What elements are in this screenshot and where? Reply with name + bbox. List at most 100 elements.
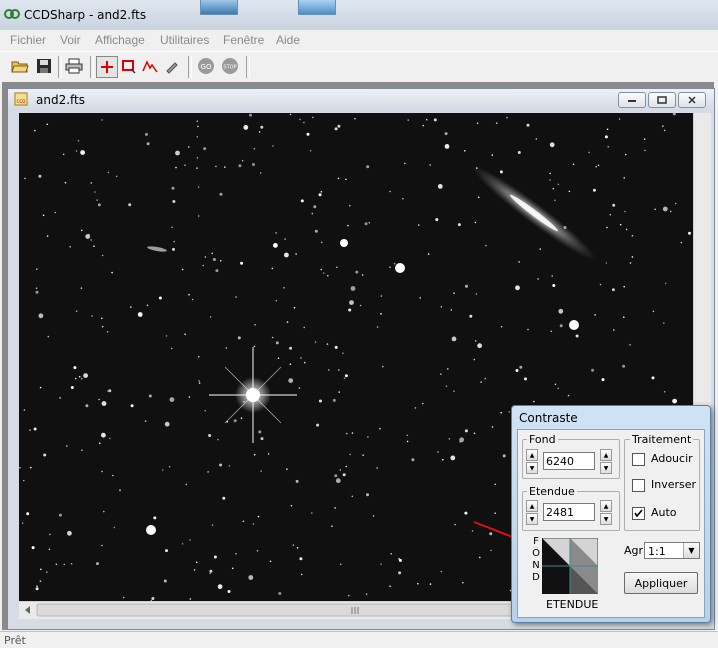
star	[283, 287, 285, 289]
close-button[interactable]	[678, 92, 706, 108]
etendue-down-spinner[interactable]: ▲ ▼	[526, 500, 538, 525]
star	[253, 345, 256, 348]
star	[313, 205, 317, 209]
star	[606, 128, 609, 131]
star	[122, 596, 125, 599]
star	[19, 466, 21, 469]
stop-icon[interactable]: STOP	[220, 56, 240, 76]
star	[196, 167, 198, 169]
chevron-down-icon[interactable]: ▼	[600, 462, 612, 474]
checkmark-icon	[634, 509, 643, 518]
contrast-curve-diagram[interactable]	[542, 538, 598, 594]
save-icon[interactable]	[34, 56, 54, 76]
agr-select[interactable]: 1:1 ▼	[644, 542, 700, 559]
open-folder-icon[interactable]	[10, 56, 30, 76]
profile-icon[interactable]	[140, 56, 160, 76]
chevron-down-icon[interactable]: ▼	[600, 513, 612, 525]
brush-icon[interactable]	[162, 56, 182, 76]
adoucir-checkbox[interactable]	[632, 453, 645, 466]
star	[242, 520, 245, 523]
star	[193, 569, 196, 571]
inverser-checkbox[interactable]	[632, 479, 645, 492]
star	[74, 377, 77, 380]
adoucir-label: Adoucir	[651, 452, 693, 465]
menu-voir[interactable]: Voir	[60, 33, 81, 47]
go-icon[interactable]: GO	[196, 56, 216, 76]
chevron-down-icon[interactable]: ▼	[526, 513, 538, 525]
star	[35, 587, 39, 591]
menu-affichage[interactable]: Affichage	[95, 33, 145, 47]
svg-text:STOP: STOP	[223, 65, 236, 71]
star	[112, 474, 114, 477]
auto-checkbox[interactable]	[632, 507, 645, 520]
star	[219, 192, 223, 196]
star	[342, 352, 344, 354]
star	[393, 262, 396, 265]
star	[613, 329, 615, 331]
etendue-up-spinner[interactable]: ▲ ▼	[600, 500, 612, 525]
star	[644, 149, 646, 152]
chevron-up-icon[interactable]: ▲	[600, 500, 612, 512]
star	[311, 512, 313, 514]
star	[606, 226, 608, 229]
minimize-button[interactable]	[618, 92, 646, 108]
star	[146, 304, 149, 307]
star	[349, 300, 354, 305]
star	[38, 174, 42, 178]
star	[69, 246, 71, 248]
star	[153, 516, 157, 520]
star	[625, 228, 628, 231]
star	[70, 386, 74, 389]
star	[619, 223, 622, 226]
fond-field[interactable]: 6240	[543, 452, 595, 470]
star	[462, 581, 464, 584]
apply-button[interactable]: Appliquer	[624, 572, 698, 594]
chevron-up-icon[interactable]: ▲	[600, 449, 612, 461]
menu-utilitaires[interactable]: Utilitaires	[160, 33, 209, 47]
star	[535, 138, 538, 140]
star	[518, 261, 520, 263]
star	[101, 254, 104, 257]
chevron-down-icon[interactable]: ▼	[526, 462, 538, 474]
star	[289, 113, 292, 116]
etendue-field[interactable]: 2481	[543, 503, 595, 521]
star	[35, 290, 39, 294]
star	[605, 262, 608, 264]
star	[94, 191, 96, 193]
menu-fichier[interactable]: Fichier	[10, 33, 46, 47]
fond-up-spinner[interactable]: ▲ ▼	[600, 449, 612, 474]
chevron-up-icon[interactable]: ▲	[526, 500, 538, 512]
star	[328, 369, 330, 371]
print-icon[interactable]	[64, 56, 84, 76]
star	[254, 323, 256, 326]
star	[288, 378, 294, 383]
fond-down-spinner[interactable]: ▲ ▼	[526, 449, 538, 474]
star	[572, 163, 575, 166]
star	[43, 453, 47, 457]
star	[604, 135, 608, 139]
star	[256, 549, 259, 552]
menu-fenetre[interactable]: Fenêtre	[223, 33, 264, 47]
star	[382, 365, 384, 368]
fond-label: Fond	[527, 433, 558, 446]
star	[290, 504, 293, 507]
maximize-button[interactable]	[648, 92, 676, 108]
star	[101, 470, 103, 473]
rectangle-select-icon[interactable]	[118, 56, 138, 76]
star	[295, 253, 297, 255]
image-window-title-bar[interactable]: CCD and2.fts	[8, 89, 714, 111]
star	[109, 437, 111, 440]
crosshair-icon[interactable]	[96, 56, 118, 78]
close-icon	[688, 96, 696, 104]
app-title-bar[interactable]: CCDSharp - and2.fts	[0, 0, 718, 30]
agr-label: Agr	[624, 544, 644, 557]
star	[662, 206, 668, 212]
star	[406, 434, 409, 437]
dropdown-arrow-icon[interactable]: ▼	[683, 543, 699, 558]
menu-aide[interactable]: Aide	[276, 33, 300, 47]
star	[349, 204, 351, 207]
chevron-up-icon[interactable]: ▲	[526, 449, 538, 461]
star	[165, 549, 168, 553]
star	[83, 373, 88, 378]
star	[554, 199, 556, 202]
